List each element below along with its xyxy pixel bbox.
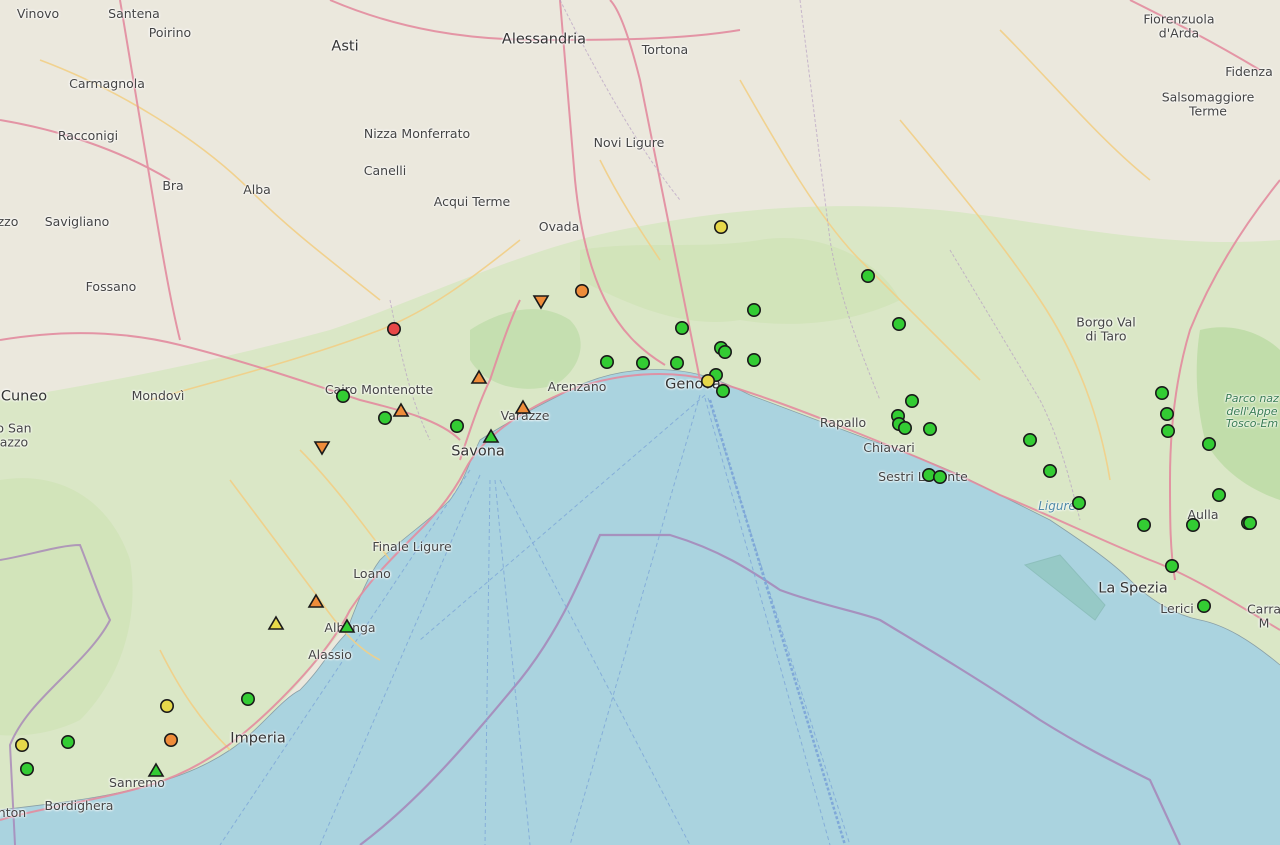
station-marker-falling[interactable]	[532, 295, 550, 310]
station-marker[interactable]	[1072, 495, 1087, 510]
station-marker[interactable]	[717, 344, 732, 359]
station-marker[interactable]	[1197, 598, 1212, 613]
station-marker[interactable]	[160, 698, 175, 713]
station-marker[interactable]	[700, 373, 715, 388]
station-marker[interactable]	[922, 421, 937, 436]
map-canvas[interactable]: Vinovo Santena Poirino Asti Alessandria Torto…	[0, 0, 1280, 845]
station-marker[interactable]	[1212, 487, 1227, 502]
station-marker-rising[interactable]	[147, 762, 165, 777]
station-marker[interactable]	[386, 321, 401, 336]
station-marker[interactable]	[1243, 515, 1258, 530]
station-marker[interactable]	[449, 418, 464, 433]
station-marker[interactable]	[860, 268, 875, 283]
station-marker[interactable]	[904, 393, 919, 408]
station-marker[interactable]	[1137, 517, 1152, 532]
station-marker[interactable]	[335, 388, 350, 403]
station-marker[interactable]	[377, 410, 392, 425]
station-marker[interactable]	[715, 383, 730, 398]
station-marker[interactable]	[15, 737, 29, 752]
station-marker[interactable]	[635, 355, 650, 370]
station-marker[interactable]	[1043, 463, 1058, 478]
station-marker[interactable]	[1161, 423, 1176, 438]
station-marker[interactable]	[574, 283, 589, 298]
station-marker[interactable]	[1160, 406, 1175, 421]
station-marker-rising[interactable]	[392, 402, 410, 417]
station-marker-rising[interactable]	[470, 369, 488, 384]
station-marker[interactable]	[19, 761, 34, 776]
station-marker-rising[interactable]	[482, 428, 500, 443]
station-marker[interactable]	[1202, 436, 1217, 451]
station-marker[interactable]	[746, 302, 761, 317]
station-marker[interactable]	[1165, 558, 1180, 573]
station-marker[interactable]	[669, 355, 684, 370]
station-marker[interactable]	[932, 469, 947, 484]
station-marker-falling[interactable]	[313, 441, 331, 456]
station-marker[interactable]	[891, 316, 906, 331]
station-markers-layer	[15, 220, 1258, 777]
station-marker-rising[interactable]	[514, 399, 532, 414]
station-marker-rising[interactable]	[307, 593, 325, 608]
station-marker[interactable]	[713, 220, 728, 235]
station-marker[interactable]	[897, 420, 912, 435]
station-marker[interactable]	[746, 352, 761, 367]
station-marker[interactable]	[1186, 517, 1201, 532]
station-marker[interactable]	[164, 732, 179, 747]
station-marker[interactable]	[599, 354, 614, 369]
station-marker-rising[interactable]	[267, 615, 285, 630]
station-marker[interactable]	[1155, 385, 1170, 400]
station-marker[interactable]	[241, 691, 256, 706]
station-marker[interactable]	[60, 734, 75, 749]
station-marker[interactable]	[674, 320, 689, 335]
station-marker[interactable]	[1022, 432, 1037, 447]
station-marker-rising[interactable]	[338, 618, 356, 633]
